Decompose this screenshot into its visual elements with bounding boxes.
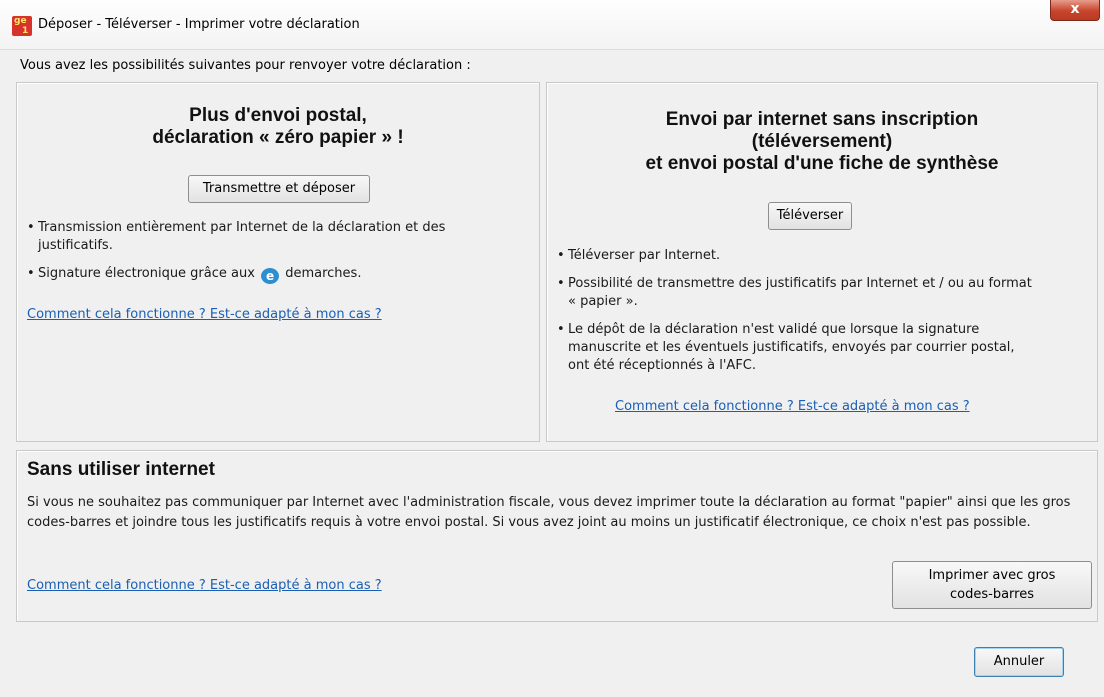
close-button[interactable]: x <box>1050 0 1100 21</box>
heading-line: déclaration « zéro papier » ! <box>152 127 404 148</box>
panel-heading: Plus d'envoi postal, déclaration « zéro … <box>17 105 539 149</box>
list-item: Possibilité de transmettre des justifica… <box>555 275 1035 311</box>
heading-line: Envoi par internet sans inscription <box>665 109 979 130</box>
panel-description: Si vous ne souhaitez pas communiquer par… <box>27 495 1071 530</box>
close-icon: x <box>1070 1 1080 17</box>
panel-heading: Envoi par internet sans inscription (tél… <box>547 109 1097 175</box>
list-item: Le dépôt de la déclaration n'est validé … <box>555 321 1035 375</box>
upload-button[interactable]: Téléverser <box>768 202 852 230</box>
edemarches-logo-icon: e <box>261 268 280 284</box>
title-bar: ge 1 Déposer - Téléverser - Imprimer votr… <box>0 0 1104 50</box>
panel-upload: Envoi par internet sans inscription (tél… <box>546 82 1098 442</box>
panel-zero-paper: Plus d'envoi postal, déclaration « zéro … <box>16 82 540 442</box>
heading-line: Plus d'envoi postal, <box>189 105 367 126</box>
button-label: codes-barres <box>950 587 1034 602</box>
list-item-text: Signature électronique grâce aux <box>38 266 255 281</box>
intro-text: Vous avez les possibilités suivantes pou… <box>20 58 471 73</box>
help-link[interactable]: Comment cela fonctionne ? Est-ce adapté … <box>27 578 382 593</box>
cancel-button[interactable]: Annuler <box>974 647 1064 677</box>
list-item: Signature électronique grâce aux e demar… <box>25 265 515 284</box>
list-item: Téléverser par Internet. <box>555 247 1035 265</box>
list-item-text: demarches. <box>285 266 362 281</box>
app-icon: ge 1 <box>12 16 32 36</box>
print-barcodes-button[interactable]: Imprimer avec gros codes-barres <box>892 561 1092 609</box>
feature-list: Téléverser par Internet. Possibilité de … <box>555 247 1035 385</box>
heading-line: et envoi postal d'une fiche de synthèse <box>645 153 999 174</box>
button-label: Imprimer avec gros <box>928 568 1056 583</box>
window-title: Déposer - Téléverser - Imprimer votre dé… <box>38 17 360 32</box>
help-link[interactable]: Comment cela fonctionne ? Est-ce adapté … <box>27 307 382 322</box>
transmit-submit-button[interactable]: Transmettre et déposer <box>188 175 370 203</box>
feature-list: Transmission entièrement par Internet de… <box>25 219 515 294</box>
panel-heading: Sans utiliser internet <box>27 459 215 480</box>
list-item: Transmission entièrement par Internet de… <box>25 219 515 255</box>
panel-no-internet: Sans utiliser internet Si vous ne souhai… <box>16 450 1098 622</box>
help-link[interactable]: Comment cela fonctionne ? Est-ce adapté … <box>615 399 970 414</box>
heading-line: (téléversement) <box>751 131 893 152</box>
